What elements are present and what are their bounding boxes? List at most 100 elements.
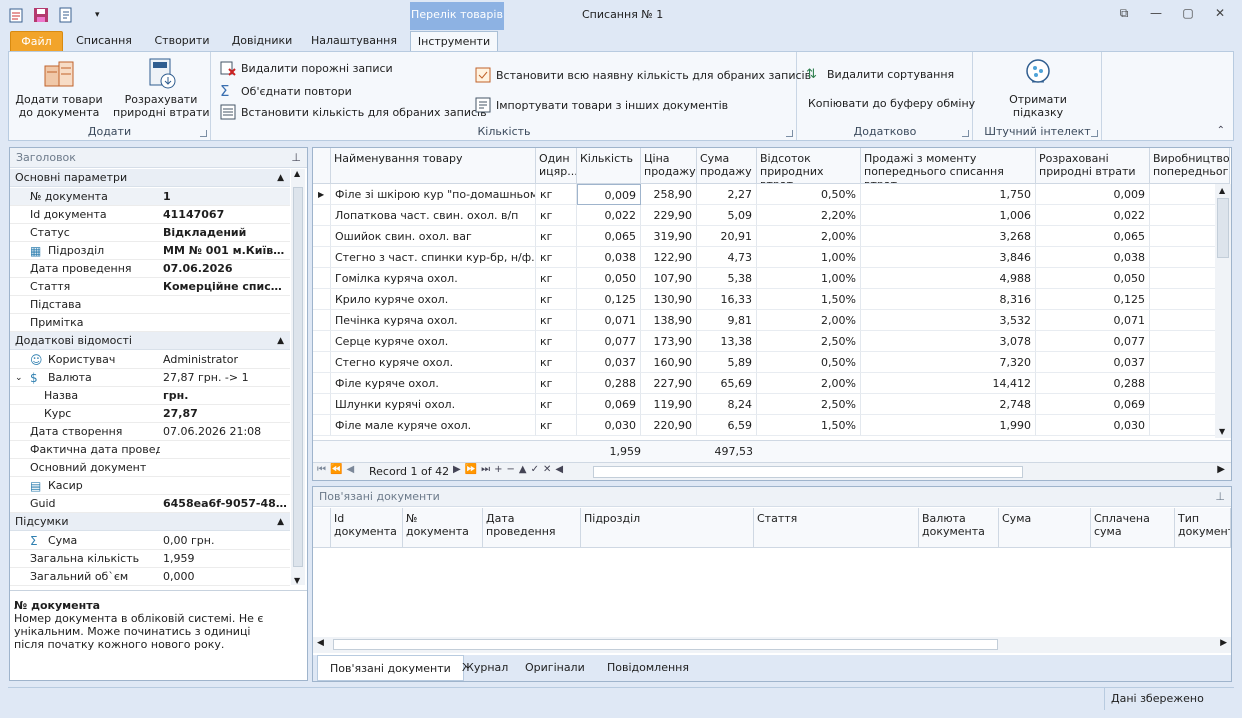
tab-directories[interactable]: Довідники xyxy=(224,31,300,52)
expand-chevron-icon[interactable]: ⌄ xyxy=(15,369,23,387)
property-row[interactable]: Підстава xyxy=(10,296,290,314)
tab-writeoff[interactable]: Списання xyxy=(68,31,140,52)
grid-scroll-up-icon[interactable]: ▲ xyxy=(1219,186,1225,195)
property-row[interactable]: Загальна кількість 1,959 xyxy=(10,550,290,568)
grid-cell[interactable]: 0,038 xyxy=(577,247,641,268)
property-row[interactable]: Примітка xyxy=(10,314,290,332)
pin-icon[interactable]: ⊥ xyxy=(291,148,301,168)
property-row[interactable]: Guid 6458ea6f-9057-48bd-... xyxy=(10,495,290,513)
get-hint-button[interactable]: Отримати підказку xyxy=(988,56,1088,119)
grid-cell[interactable]: 0,288 xyxy=(577,373,641,394)
related-column-header[interactable]: Дата проведення xyxy=(483,508,581,548)
related-hscroll-thumb[interactable] xyxy=(333,639,998,650)
related-column-header[interactable]: Сума xyxy=(999,508,1091,548)
nav-first-prev-icons[interactable]: ⏮⏪◀ xyxy=(317,464,358,475)
merge-duplicates-button[interactable]: Σ Об'єднати повтори xyxy=(220,82,352,100)
maximize-button[interactable]: ▢ xyxy=(1178,6,1198,24)
remove-sorting-button[interactable]: ⇅ Видалити сортування xyxy=(806,67,954,82)
tab-messages[interactable]: Повідомлення xyxy=(595,655,701,681)
property-row[interactable]: $ Валюта ⌄ 27,87 грн. -> 1 xyxy=(10,369,290,387)
tab-originals[interactable]: Оригінали xyxy=(513,655,597,681)
property-row[interactable]: ▦ Підрозділ ММ № 001 м.Київ, в... xyxy=(10,242,290,260)
nav-next-last-icons[interactable]: ▶⏩⏭+−▲✓✕◀ xyxy=(453,464,567,475)
qat-dropdown-icon[interactable]: ▾ xyxy=(95,6,113,24)
grid-cell[interactable]: 0,069 xyxy=(577,394,641,415)
property-row[interactable]: ▤ Касир xyxy=(10,477,290,495)
column-header[interactable]: Один ицяр... xyxy=(536,148,577,184)
grid-cell[interactable]: 0,030 xyxy=(577,415,641,436)
set-all-qty-button[interactable]: Встановити всю наявну кількість для обра… xyxy=(475,67,811,83)
related-column-header[interactable]: Тип документа xyxy=(1175,508,1231,548)
close-button[interactable]: ✕ xyxy=(1210,6,1230,24)
delete-empty-button[interactable]: Видалити порожні записи xyxy=(220,60,393,76)
tab-related-docs[interactable]: Пов'язані документи xyxy=(317,655,464,681)
property-row[interactable]: Основний документ xyxy=(10,459,290,477)
import-goods-button[interactable]: Імпортувати товари з інших документів xyxy=(475,97,728,113)
category-totals[interactable]: Підсумки ▲ xyxy=(10,513,290,531)
property-row[interactable]: № документа 1 xyxy=(10,188,290,206)
property-row[interactable]: Дата створення 07.06.2026 21:08 xyxy=(10,423,290,441)
category-extra-info-collapse-icon[interactable]: ▲ xyxy=(277,332,284,350)
grid-cell[interactable]: 0,050 xyxy=(577,268,641,289)
property-row[interactable]: Назва грн. xyxy=(10,387,290,405)
column-header[interactable]: Кількість xyxy=(577,148,641,184)
property-row[interactable]: ☺ Користувач Administrator xyxy=(10,351,290,369)
related-column-header[interactable]: Підрозділ xyxy=(581,508,754,548)
category-extra-info[interactable]: Додаткові відомості ▲ xyxy=(10,332,290,350)
app-icon[interactable] xyxy=(8,6,26,24)
tab-journal[interactable]: Журнал xyxy=(450,655,520,681)
property-row[interactable]: Загальний об`єм 0,000 xyxy=(10,568,290,586)
grid-cell[interactable]: 0,037 xyxy=(577,352,641,373)
related-scroll-left-icon[interactable]: ◀ xyxy=(317,638,324,648)
property-row[interactable]: Статус Відкладений xyxy=(10,224,290,242)
add-goods-button[interactable]: Додати товари до документа xyxy=(13,56,105,119)
group-ai-launcher[interactable] xyxy=(1091,130,1098,137)
related-pin-icon[interactable]: ⊥ xyxy=(1215,487,1225,507)
minimize-button[interactable]: — xyxy=(1146,6,1166,24)
scroll-thumb[interactable] xyxy=(293,187,303,567)
property-row[interactable]: Курс 27,87 xyxy=(10,405,290,423)
grid-hscroll-thumb[interactable] xyxy=(593,466,1023,478)
grid-cell[interactable]: 0,125 xyxy=(577,289,641,310)
copy-clipboard-button[interactable]: Копіювати до буферу обміну xyxy=(808,97,975,110)
property-row[interactable]: Фактична дата провед... xyxy=(10,441,290,459)
scroll-down-icon[interactable]: ▼ xyxy=(294,576,300,585)
column-header[interactable]: Сума продажу xyxy=(697,148,757,184)
set-qty-button[interactable]: Встановити кількість для обраних записів xyxy=(220,104,487,120)
column-header[interactable]: Ціна продажу xyxy=(641,148,697,184)
category-main-params[interactable]: Основні параметри ▲ xyxy=(10,169,290,187)
column-header[interactable]: Розраховані природні втрати xyxy=(1036,148,1150,184)
category-totals-collapse-icon[interactable]: ▲ xyxy=(277,513,284,531)
grid-cell[interactable]: 0,071 xyxy=(577,310,641,331)
grid-cell[interactable]: 0,009 xyxy=(577,184,641,205)
group-add-launcher[interactable] xyxy=(200,130,207,137)
grid-vscroll-thumb[interactable] xyxy=(1217,198,1229,258)
property-scrollbar[interactable]: ▲ ▼ xyxy=(291,169,305,585)
related-column-header[interactable]: № документа xyxy=(403,508,483,548)
calc-losses-button[interactable]: Розрахувати природні втрати xyxy=(113,56,210,119)
related-scroll-right-icon[interactable]: ▶ xyxy=(1220,638,1227,648)
grid-cell[interactable]: 0,077 xyxy=(577,331,641,352)
column-header[interactable]: Найменування товару xyxy=(331,148,536,184)
tab-create[interactable]: Створити xyxy=(146,31,218,52)
tab-settings[interactable]: Налаштування xyxy=(306,31,402,52)
column-header[interactable]: Продажі з моменту попереднього списання … xyxy=(861,148,1036,184)
tab-file[interactable]: Файл xyxy=(10,31,63,52)
document-edit-icon[interactable] xyxy=(57,6,75,24)
related-column-header[interactable]: Сплачена сума xyxy=(1091,508,1175,548)
hscroll-right-icon[interactable]: ▶ xyxy=(1217,464,1225,475)
related-column-header[interactable]: Валюта документа xyxy=(919,508,999,548)
related-column-header[interactable]: Стаття xyxy=(754,508,919,548)
tab-tools[interactable]: Інструменти xyxy=(410,31,498,52)
property-row[interactable]: Дата проведення 07.06.2026 xyxy=(10,260,290,278)
grid-cell[interactable]: 0,022 xyxy=(577,205,641,226)
column-header[interactable]: Виробництво попереднього xyxy=(1150,148,1230,184)
category-main-params-collapse-icon[interactable]: ▲ xyxy=(277,169,284,187)
save-icon[interactable] xyxy=(32,6,50,24)
column-header[interactable]: Відсоток природних втрат xyxy=(757,148,861,184)
related-column-header[interactable]: Id документа xyxy=(331,508,403,548)
restore-layout-icon[interactable]: ⧉ xyxy=(1114,6,1134,24)
grid-cell[interactable]: 0,065 xyxy=(577,226,641,247)
group-extra-launcher[interactable] xyxy=(962,130,969,137)
group-quantity-launcher[interactable] xyxy=(786,130,793,137)
